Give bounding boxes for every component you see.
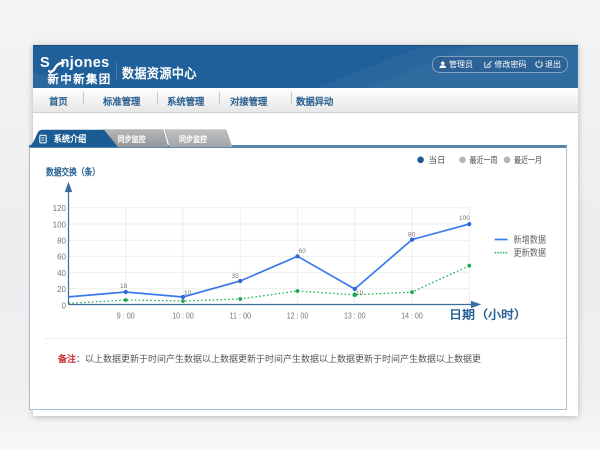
- svg-text:80: 80: [57, 237, 66, 246]
- svg-text:20: 20: [57, 285, 66, 294]
- svg-text:60: 60: [299, 248, 307, 255]
- svg-text:最近一周: 最近一周: [470, 155, 498, 165]
- svg-text:60: 60: [57, 253, 66, 262]
- svg-text:10: 10: [356, 290, 364, 297]
- svg-text:数据交换（条）: 数据交换（条）: [45, 167, 100, 179]
- svg-text:新增数据: 新增数据: [514, 234, 547, 246]
- svg-text:18: 18: [120, 283, 128, 290]
- svg-text:11 : 00: 11 : 00: [230, 311, 252, 321]
- svg-text:13 : 00: 13 : 00: [344, 311, 366, 321]
- svg-text:0: 0: [62, 301, 67, 310]
- svg-text:14 : 00: 14 : 00: [401, 311, 423, 321]
- svg-text:10 : 00: 10 : 00: [172, 311, 194, 321]
- svg-text:最近一月: 最近一月: [514, 155, 542, 165]
- svg-text:更新数据: 更新数据: [514, 247, 547, 259]
- svg-text:12 : 00: 12 : 00: [287, 311, 309, 321]
- svg-text:100: 100: [459, 215, 470, 222]
- svg-text:9 : 00: 9 : 00: [117, 311, 135, 321]
- svg-text:35: 35: [232, 273, 240, 280]
- svg-text:10: 10: [184, 290, 192, 297]
- svg-text:日期（小时）: 日期（小时）: [449, 308, 527, 322]
- svg-text:120: 120: [53, 204, 67, 213]
- svg-text:100: 100: [53, 220, 67, 229]
- svg-text:40: 40: [57, 269, 66, 278]
- svg-text:80: 80: [408, 232, 416, 239]
- svg-text:当日: 当日: [429, 155, 446, 165]
